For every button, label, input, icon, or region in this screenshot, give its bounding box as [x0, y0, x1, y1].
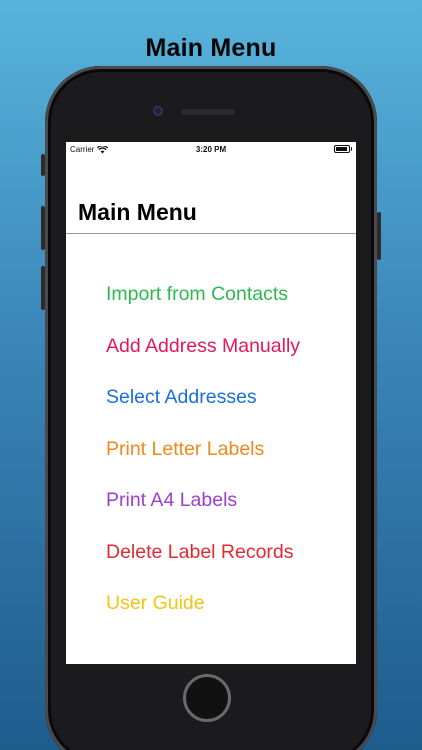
print-letter-labels-button[interactable]: Print Letter Labels: [106, 438, 264, 461]
import-from-contacts-button[interactable]: Import from Contacts: [106, 283, 288, 306]
app-screen: Carrier 3:20 PM Main Menu Import from Co…: [66, 142, 356, 664]
page-title: Main Menu: [78, 199, 197, 225]
promo-caption: Main Menu: [145, 34, 277, 62]
mute-switch: [41, 154, 45, 176]
earpiece-speaker: [181, 109, 235, 115]
print-a4-labels-button[interactable]: Print A4 Labels: [106, 489, 237, 512]
select-addresses-button[interactable]: Select Addresses: [106, 386, 257, 409]
power-button: [377, 212, 381, 260]
battery-icon: [334, 145, 352, 153]
user-guide-button[interactable]: User Guide: [106, 592, 205, 615]
volume-down-button: [41, 266, 45, 310]
status-bar: Carrier 3:20 PM: [66, 142, 356, 158]
navigation-bar: Main Menu: [66, 158, 356, 234]
volume-up-button: [41, 206, 45, 250]
add-address-manually-button[interactable]: Add Address Manually: [106, 335, 300, 358]
status-time: 3:20 PM: [195, 145, 227, 154]
delete-label-records-button[interactable]: Delete Label Records: [106, 541, 294, 564]
home-button[interactable]: [183, 674, 231, 722]
front-camera: [153, 106, 163, 116]
